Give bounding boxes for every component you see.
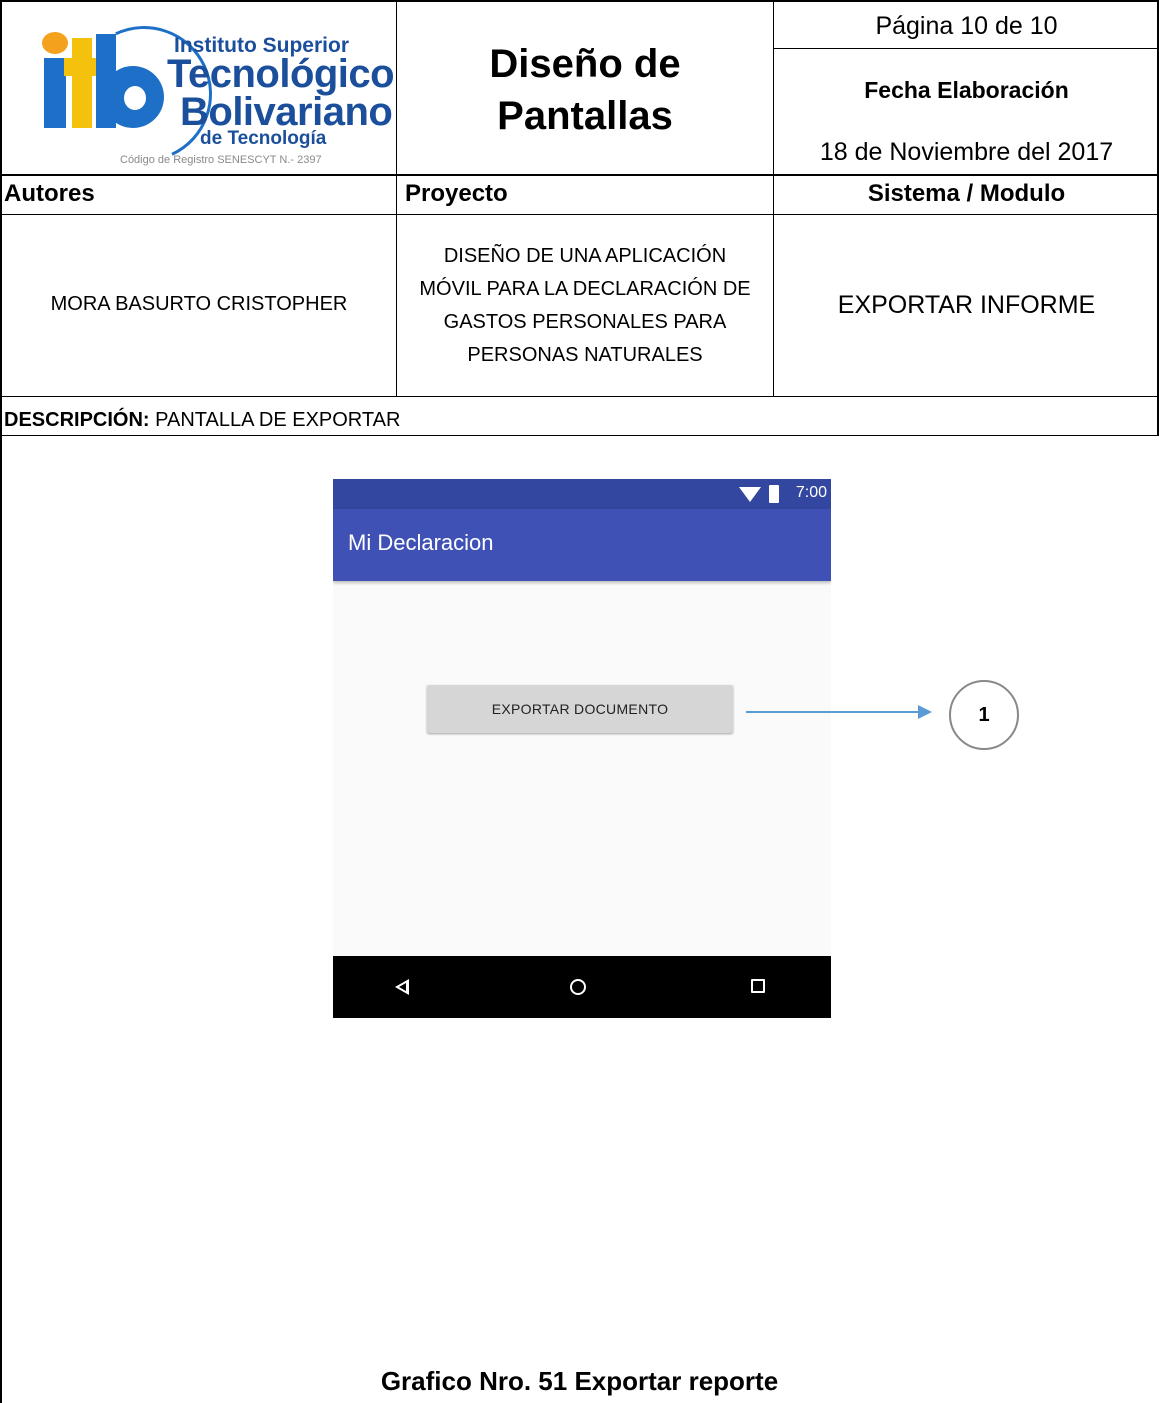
date-label: Fecha Elaboración	[864, 77, 1069, 103]
table-left-border	[0, 0, 2, 1403]
labels-bottom-border	[0, 214, 1159, 215]
authors-header: Autores	[4, 180, 95, 207]
description-row: DESCRIPCIÓN: PANTALLA DE EXPORTAR	[4, 409, 400, 432]
module-name: EXPORTAR INFORME	[837, 291, 1096, 319]
status-time: 7:00	[795, 484, 827, 501]
column-divider-1	[396, 0, 397, 397]
module-header: Sistema / Modulo	[867, 180, 1066, 207]
recents-icon[interactable]	[751, 979, 765, 993]
page-number: Página 10 de 10	[875, 12, 1058, 40]
header-page-divider	[774, 48, 1159, 49]
navigation-bar	[333, 956, 831, 1018]
callout-number: 1	[949, 680, 1019, 750]
description-bottom-border	[0, 435, 1159, 436]
itb-logo: Instituto Superior Tecnológico Bolivaria…	[32, 6, 395, 182]
logo-registration: Código de Registro SENESCYT N.- 2397	[120, 154, 322, 166]
callout-arrow-line	[746, 711, 922, 713]
project-header: Proyecto	[405, 180, 508, 207]
wifi-icon	[739, 487, 761, 502]
battery-icon	[769, 485, 779, 503]
project-name: DISEÑO DE UNA APLICACIÓN MÓVIL PARA LA D…	[419, 245, 751, 366]
author-name: MORA BASURTO CRISTOPHER	[50, 293, 348, 315]
description-value: PANTALLA DE EXPORTAR	[149, 409, 401, 431]
status-bar: 7:00	[333, 479, 831, 509]
info-bottom-border	[0, 396, 1159, 397]
app-bar: Mi Declaracion	[333, 509, 831, 581]
export-document-button[interactable]: EXPORTAR DOCUMENTO	[427, 685, 733, 733]
table-top-border	[0, 0, 1159, 2]
callout-arrow-head-icon	[918, 705, 932, 719]
document-title: Diseño de Pantallas	[489, 42, 681, 138]
header-bottom-border	[0, 174, 1159, 176]
app-title: Mi Declaracion	[348, 530, 494, 555]
home-icon[interactable]	[570, 979, 586, 995]
date-value: 18 de Noviembre del 2017	[819, 138, 1114, 166]
phone-screen: 7:00 Mi Declaracion EXPORTAR DOCUMENTO	[333, 479, 831, 1018]
logo-line-4: de Tecnología	[200, 128, 327, 149]
figure-caption: Grafico Nro. 51 Exportar reporte	[380, 1366, 779, 1396]
description-label: DESCRIPCIÓN:	[4, 409, 150, 431]
